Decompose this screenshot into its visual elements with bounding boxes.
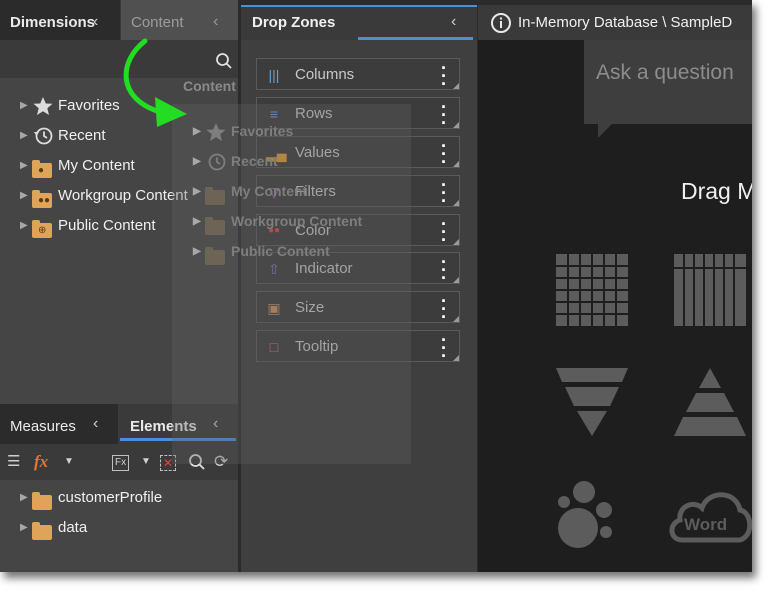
- more-options-icon[interactable]: · · ·: [441, 176, 447, 210]
- tab-dimensions[interactable]: Dimensions: [0, 0, 120, 40]
- tree-item-label: Workgroup Content: [58, 187, 188, 204]
- dropzone-label: Columns: [295, 66, 355, 83]
- ghost-item-my-content: ▶ My Content: [193, 177, 308, 206]
- list-icon[interactable]: ☰: [7, 452, 20, 472]
- drag-measures-text: Drag M: [681, 178, 752, 204]
- ghost-item-recent: ▶ Recent: [193, 147, 278, 175]
- collapse-dropzones-icon[interactable]: ‹: [451, 13, 456, 31]
- expand-arrow-icon[interactable]: ▶: [20, 212, 32, 240]
- tree-item-label: My Content: [58, 157, 135, 174]
- more-options-icon[interactable]: · · ·: [441, 59, 447, 93]
- drag-arrow-icon: [123, 38, 187, 127]
- expand-arrow-icon[interactable]: ▶: [20, 182, 32, 210]
- ghost-item-workgroup-content: ▶ Workgroup Content: [193, 207, 363, 236]
- resize-corner: [453, 161, 459, 167]
- bubble-chart-icon[interactable]: [554, 480, 614, 550]
- formula-icon[interactable]: fx: [34, 452, 48, 472]
- user-folder-icon: [205, 187, 225, 206]
- history-icon: [208, 153, 226, 171]
- expand-arrow-icon[interactable]: ▶: [20, 92, 32, 120]
- expand-arrow-icon[interactable]: ▶: [20, 514, 32, 542]
- resize-corner: [453, 277, 459, 283]
- tab-dimensions-label: Dimensions: [10, 14, 96, 31]
- tree-item-label: data: [58, 519, 88, 536]
- globe-folder-icon: ⊕: [32, 219, 52, 238]
- resize-corner: [453, 200, 459, 206]
- header-accent: [241, 5, 477, 7]
- folder-icon: [32, 521, 52, 540]
- dropdown-arrow-icon[interactable]: ▼: [64, 452, 74, 472]
- canvas-title: In-Memory Database \ SampleD: [518, 14, 733, 31]
- expand-arrow-icon[interactable]: ▶: [20, 122, 32, 150]
- resize-corner: [453, 83, 459, 89]
- group-folder-icon: [205, 217, 225, 236]
- ghost-label: Favorites: [231, 123, 294, 139]
- ghost-label: My Content: [231, 183, 308, 199]
- tree-item-label: customerProfile: [58, 489, 163, 506]
- dropdown-arrow-icon[interactable]: ▼: [141, 452, 151, 472]
- more-options-icon[interactable]: · · ·: [441, 215, 447, 249]
- tree-item-customerprofile[interactable]: ▶ customerProfile: [20, 484, 162, 512]
- pivot-chart-icon[interactable]: [674, 254, 746, 326]
- more-options-icon[interactable]: · · ·: [441, 137, 447, 171]
- tree-item-label: Public Content: [58, 217, 156, 234]
- group-folder-icon: ●●: [32, 189, 52, 208]
- star-icon: [33, 97, 53, 116]
- tree-item-data[interactable]: ▶ data: [20, 514, 87, 542]
- tree-item-recent[interactable]: ▶ Recent: [20, 122, 106, 150]
- resize-corner: [453, 316, 459, 322]
- columns-icon: |||: [268, 67, 280, 83]
- tree-item-public-content[interactable]: ▶ ⊕ Public Content: [20, 212, 156, 240]
- resize-corner: [453, 355, 459, 361]
- star-icon: [206, 123, 226, 142]
- user-folder-icon: ●: [32, 159, 52, 178]
- tab-measures[interactable]: Measures: [0, 404, 118, 444]
- custom-formula-icon[interactable]: Fx: [112, 455, 130, 471]
- drop-zones-title: Drop Zones: [252, 14, 336, 31]
- collapse-content-icon[interactable]: ‹: [213, 13, 218, 31]
- ask-question-placeholder: Ask a question: [596, 61, 734, 84]
- table-chart-icon[interactable]: [556, 254, 628, 326]
- history-icon: [34, 127, 53, 145]
- dropzone-columns[interactable]: ||| Columns · · ·: [256, 58, 460, 93]
- ghost-item-favorites: ▶ Favorites: [193, 117, 293, 145]
- tab-measures-label: Measures: [10, 418, 76, 435]
- more-options-icon[interactable]: · · ·: [441, 98, 447, 132]
- more-options-icon[interactable]: · · ·: [441, 331, 447, 365]
- tree-item-label: Recent: [58, 127, 106, 144]
- pyramid-chart-icon[interactable]: [674, 368, 746, 436]
- app-window: Dimensions ‹ Content ‹ ▶ Favorites ▶ Recen…: [0, 0, 752, 572]
- more-options-icon[interactable]: · · ·: [441, 292, 447, 326]
- collapse-measures-icon[interactable]: ‹: [93, 415, 98, 433]
- tree-item-my-content[interactable]: ▶ ● My Content: [20, 152, 135, 180]
- tab-content-label: Content: [131, 14, 184, 31]
- search-icon[interactable]: [215, 52, 233, 70]
- resize-corner: [453, 122, 459, 128]
- ghost-label: Recent: [231, 153, 278, 169]
- word-cloud-label: Word: [684, 515, 728, 534]
- funnel-chart-icon[interactable]: [556, 368, 628, 436]
- speech-bubble-tail: [598, 124, 612, 138]
- collapse-dimensions-icon[interactable]: ‹: [93, 13, 98, 31]
- expand-arrow-icon[interactable]: ▶: [20, 152, 32, 180]
- ghost-label: Public Content: [231, 243, 330, 259]
- resize-corner: [453, 239, 459, 245]
- folder-icon: [32, 491, 52, 510]
- tab-content[interactable]: Content: [121, 0, 238, 40]
- tree-item-workgroup-content[interactable]: ▶ ●● Workgroup Content: [20, 182, 188, 210]
- ghost-item-public-content: ▶ Public Content: [193, 237, 330, 266]
- more-options-icon[interactable]: · · ·: [441, 253, 447, 287]
- header-underline: [358, 37, 473, 40]
- ghost-label: Workgroup Content: [231, 213, 363, 229]
- info-icon[interactable]: [490, 12, 512, 34]
- expand-arrow-icon[interactable]: ▶: [20, 484, 32, 512]
- globe-folder-icon: [205, 247, 225, 266]
